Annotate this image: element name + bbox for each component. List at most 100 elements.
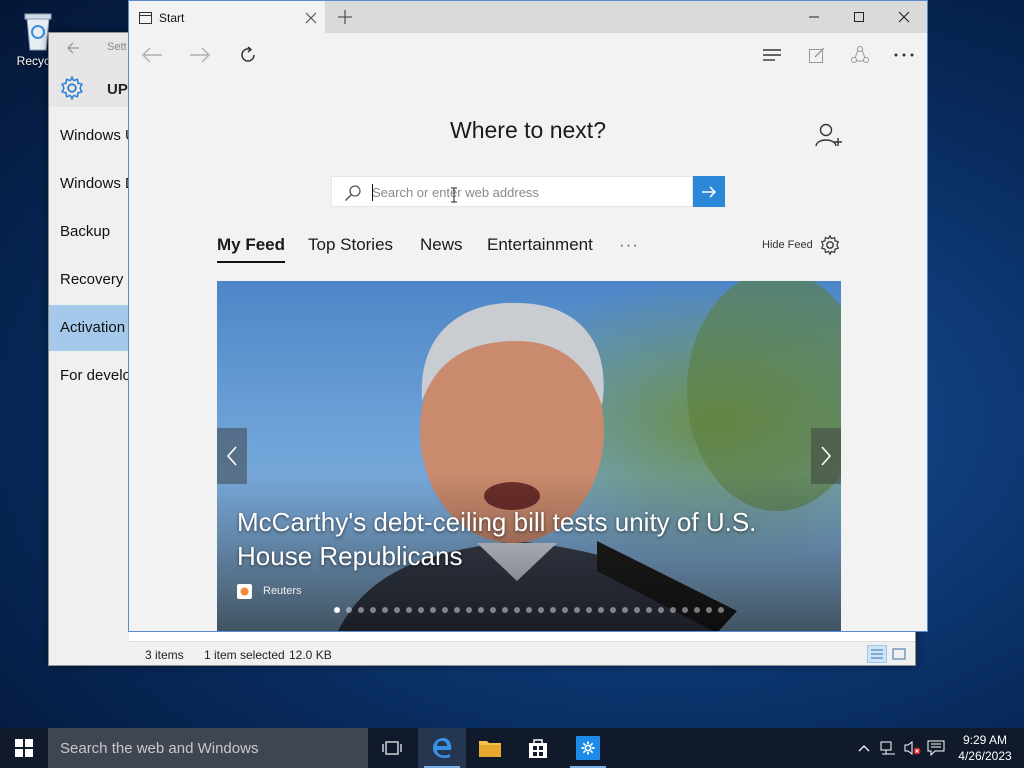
refresh-icon[interactable] (235, 43, 261, 67)
news-headline[interactable]: McCarthy's debt-ceiling bill tests unity… (237, 505, 817, 573)
carousel-dot[interactable] (406, 607, 412, 613)
address-search-box[interactable] (331, 176, 693, 207)
carousel-dot[interactable] (418, 607, 424, 613)
edge-taskbar-icon[interactable] (418, 728, 466, 768)
carousel-dot[interactable] (610, 607, 616, 613)
details-view-icon[interactable] (867, 645, 887, 663)
carousel-dot[interactable] (334, 607, 340, 613)
tab-title: Start (159, 11, 185, 25)
carousel-dot[interactable] (346, 607, 352, 613)
hub-icon[interactable] (759, 43, 785, 67)
carousel-dot[interactable] (430, 607, 436, 613)
volume-muted-icon[interactable] (900, 728, 924, 768)
forward-icon[interactable] (187, 43, 213, 67)
carousel-dot[interactable] (682, 607, 688, 613)
carousel-dot[interactable] (526, 607, 532, 613)
minimize-icon[interactable] (791, 1, 837, 33)
store-icon[interactable] (514, 728, 562, 768)
start-button[interactable] (0, 728, 48, 768)
more-actions-icon[interactable] (891, 43, 917, 67)
carousel-dot[interactable] (478, 607, 484, 613)
tab-top-stories[interactable]: Top Stories (308, 235, 393, 255)
tab-start[interactable]: Start (129, 1, 325, 33)
carousel-dot[interactable] (466, 607, 472, 613)
carousel-dot[interactable] (634, 607, 640, 613)
carousel-next-button[interactable] (811, 428, 841, 484)
windows-logo-icon (15, 739, 33, 757)
carousel-dot[interactable] (358, 607, 364, 613)
reuters-logo-icon (237, 584, 252, 599)
feed-settings-icon[interactable] (819, 234, 841, 261)
carousel-dot[interactable] (706, 607, 712, 613)
network-icon[interactable] (876, 728, 900, 768)
carousel-dot[interactable] (538, 607, 544, 613)
tab-my-feed[interactable]: My Feed (217, 235, 286, 263)
more-tabs-button[interactable]: ··· (619, 235, 639, 255)
edge-browser-window[interactable]: Start Where to next? Search or enter web… (128, 0, 928, 632)
carousel-dot[interactable] (550, 607, 556, 613)
carousel-dot[interactable] (454, 607, 460, 613)
nav-item-windows-defender[interactable]: Windows D (49, 161, 129, 207)
news-source: Reuters (263, 585, 302, 597)
close-tab-icon[interactable] (305, 11, 317, 29)
carousel-dot[interactable] (586, 607, 592, 613)
chevron-left-icon (226, 446, 237, 466)
carousel-dots (334, 607, 724, 613)
carousel-dot[interactable] (514, 607, 520, 613)
add-person-icon[interactable] (815, 122, 843, 153)
chevron-right-icon (821, 446, 832, 466)
nav-item-for-developers[interactable]: For develo (49, 353, 129, 399)
page-icon (139, 11, 152, 29)
back-icon[interactable] (139, 43, 165, 67)
nav-item-backup[interactable]: Backup (49, 209, 129, 255)
text-cursor-icon (450, 187, 458, 208)
share-icon[interactable] (847, 43, 873, 67)
taskbar-search-box[interactable]: Search the web and Windows (48, 728, 368, 768)
news-photo (217, 281, 841, 631)
hero-news-carousel[interactable]: McCarthy's debt-ceiling bill tests unity… (217, 281, 841, 631)
chevron-up-icon[interactable] (852, 728, 876, 768)
tab-entertainment[interactable]: Entertainment (487, 235, 593, 255)
carousel-dot[interactable] (490, 607, 496, 613)
carousel-dot[interactable] (622, 607, 628, 613)
carousel-dot[interactable] (646, 607, 652, 613)
carousel-dot[interactable] (562, 607, 568, 613)
carousel-dot[interactable] (442, 607, 448, 613)
hide-feed-link[interactable]: Hide Feed (762, 239, 813, 251)
web-note-icon[interactable] (804, 43, 830, 67)
carousel-dot[interactable] (394, 607, 400, 613)
file-explorer-icon[interactable] (466, 728, 514, 768)
carousel-dot[interactable] (658, 607, 664, 613)
search-input[interactable] (372, 183, 682, 201)
carousel-dot[interactable] (670, 607, 676, 613)
settings-window-title: Sett (107, 41, 127, 53)
search-icon (344, 184, 362, 207)
carousel-dot[interactable] (370, 607, 376, 613)
nav-item-recovery[interactable]: Recovery (49, 257, 129, 303)
carousel-dot[interactable] (694, 607, 700, 613)
page-heading: Where to next? (450, 117, 606, 143)
status-selected: 1 item selected (204, 648, 285, 662)
carousel-prev-button[interactable] (217, 428, 247, 484)
go-button[interactable] (693, 176, 725, 207)
carousel-dot[interactable] (502, 607, 508, 613)
task-view-icon[interactable] (368, 728, 416, 768)
taskbar: Search the web and Windows 9:29 AM 4/26/… (0, 728, 1024, 768)
carousel-dot[interactable] (718, 607, 724, 613)
carousel-dot[interactable] (382, 607, 388, 613)
nav-item-windows-update[interactable]: Windows U (49, 113, 129, 159)
maximize-icon[interactable] (836, 1, 882, 33)
system-clock[interactable]: 9:29 AM 4/26/2023 (950, 732, 1020, 764)
new-tab-icon[interactable] (337, 9, 353, 30)
action-center-icon[interactable] (924, 728, 948, 768)
back-arrow-icon[interactable] (65, 40, 81, 56)
tab-news[interactable]: News (420, 235, 463, 255)
carousel-dot[interactable] (598, 607, 604, 613)
settings-taskbar-icon[interactable] (564, 728, 612, 768)
carousel-dot[interactable] (574, 607, 580, 613)
large-icons-view-icon[interactable] (889, 645, 909, 663)
status-bar: 3 items 1 item selected 12.0 KB (129, 641, 915, 665)
nav-item-activation[interactable]: Activation (49, 305, 129, 351)
close-window-icon[interactable] (881, 1, 927, 33)
clock-date: 4/26/2023 (958, 749, 1012, 763)
